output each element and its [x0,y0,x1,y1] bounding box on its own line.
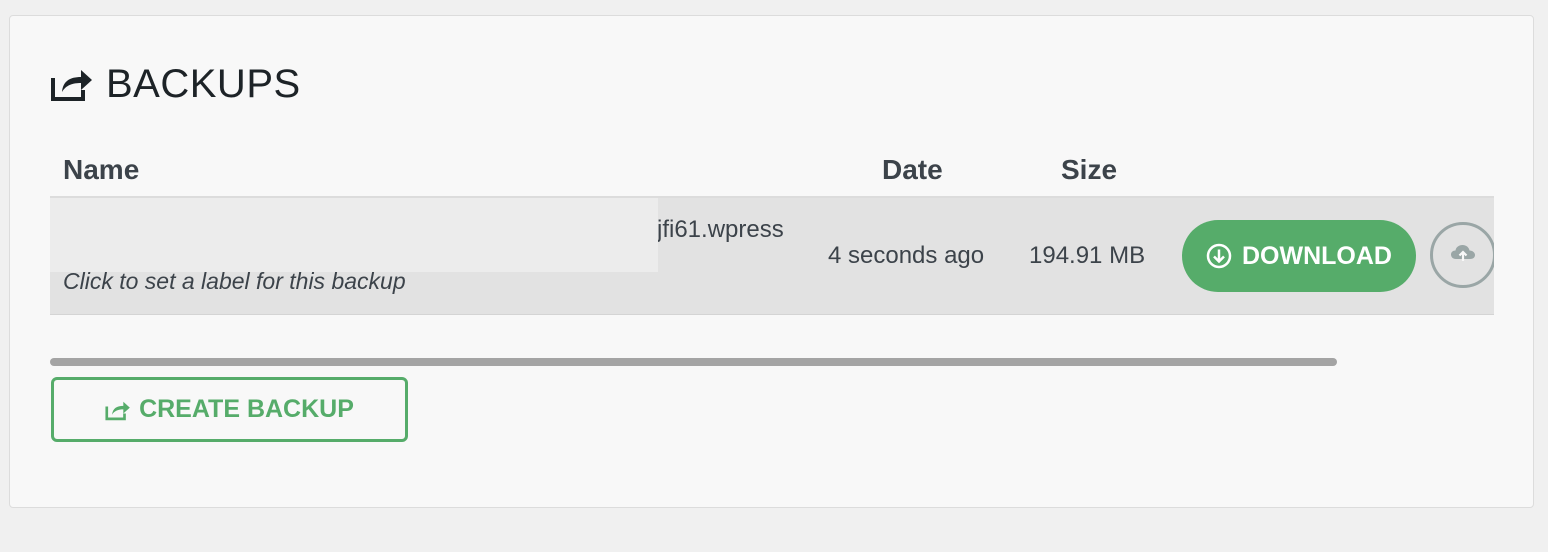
download-button-label: DOWNLOAD [1242,241,1392,270]
create-backup-label: CREATE BACKUP [139,395,354,423]
table-header: Name Date Size [50,140,1494,198]
share-export-icon [105,399,131,421]
set-label-link[interactable]: Click to set a label for this backup [63,268,406,295]
page-title: BACKUPS [106,61,301,106]
column-header-date: Date [882,154,943,185]
backups-panel: BACKUPS Name Date Size jfi61.wpress Clic… [9,15,1534,508]
download-circle-icon [1206,243,1232,269]
backup-filename: jfi61.wpress [657,216,784,243]
backups-table: Name Date Size jfi61.wpress Click to set… [50,140,1494,350]
table-row: jfi61.wpress Click to set a label for th… [50,198,1494,315]
backup-date: 4 seconds ago [828,242,985,269]
column-header-name: Name [63,154,140,185]
share-export-icon [50,66,94,102]
backup-size: 194.91 MB [1029,242,1146,269]
download-button[interactable]: DOWNLOAD [1182,220,1416,292]
cloud-upload-icon [1449,242,1477,269]
page-header: BACKUPS [50,62,301,106]
horizontal-scrollbar[interactable] [50,358,1337,366]
cloud-upload-button[interactable] [1430,222,1494,288]
create-backup-button[interactable]: CREATE BACKUP [51,377,408,442]
redacted-filename-mask [50,198,658,272]
column-header-size: Size [1061,154,1118,185]
